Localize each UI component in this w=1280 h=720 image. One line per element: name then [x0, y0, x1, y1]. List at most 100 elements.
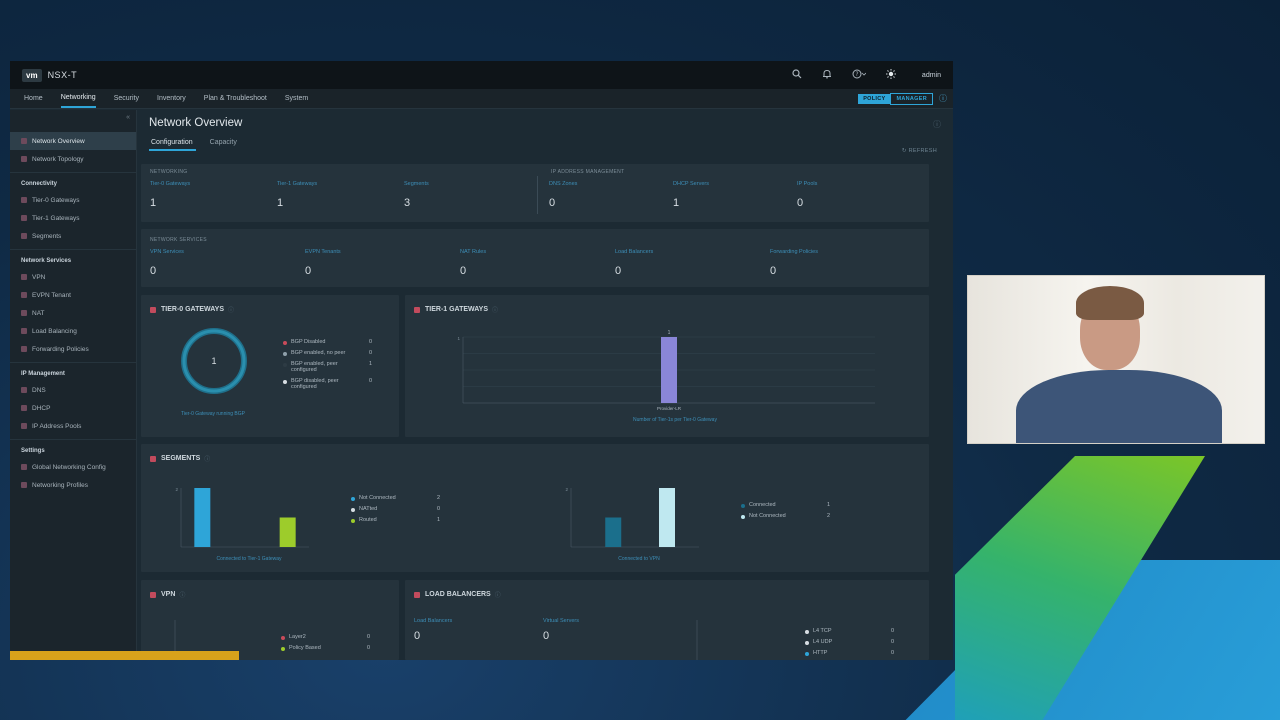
- segments-card: SEGMENTS ⓘ 2 Connected to Tier-1 Gateway …: [141, 444, 929, 572]
- stat-ip-pools[interactable]: IP Pools 0: [797, 181, 817, 209]
- stat-name: Forwarding Policies: [770, 249, 818, 255]
- info-icon[interactable]: ⓘ: [492, 305, 498, 314]
- segments-right-legend: Connected 1 Not Connected 2: [741, 502, 830, 524]
- stat-tier0-gateways[interactable]: Tier-0 Gateways 1: [150, 181, 190, 209]
- stat-forwarding-policies[interactable]: Forwarding Policies 0: [770, 249, 818, 277]
- sidebar-item-tier1-gateways[interactable]: Tier-1 Gateways: [10, 209, 136, 227]
- help-icon[interactable]: ?: [852, 69, 867, 82]
- policy-mode-button[interactable]: POLICY: [858, 93, 891, 104]
- legend-label: NATted: [359, 506, 378, 512]
- stat-name: Load Balancers: [414, 618, 453, 624]
- load-balancers-card: LOAD BALANCERS ⓘ Load Balancers 0 Virtual …: [405, 580, 929, 660]
- sidebar-item-label: Load Balancing: [32, 327, 77, 335]
- lb-legend: L4 TCP 0 L4 UDP 0 HTTP 0: [805, 628, 894, 660]
- nav-plan-troubleshoot[interactable]: Plan & Troubleshoot: [204, 90, 267, 107]
- person-hair: [1076, 286, 1144, 320]
- sidebar-item-networking-profiles[interactable]: Networking Profiles: [10, 476, 136, 494]
- sidebar-item-network-topology[interactable]: Network Topology: [10, 150, 136, 168]
- legend-value: 0: [367, 634, 371, 640]
- sidebar-item-tier0-gateways[interactable]: Tier-0 Gateways: [10, 191, 136, 209]
- bar: [661, 337, 677, 403]
- info-icon[interactable]: ⓘ: [495, 590, 501, 599]
- manager-mode-button[interactable]: MANAGER: [890, 92, 933, 105]
- stat-lb-virtual-servers[interactable]: Virtual Servers 0: [543, 618, 579, 642]
- mode-switch: POLICY MANAGER ⓘ: [858, 92, 947, 105]
- sidebar-item-network-overview[interactable]: Network Overview: [10, 132, 136, 150]
- stat-segments[interactable]: Segments 3: [404, 181, 429, 209]
- theme-sun-icon[interactable]: [885, 68, 896, 82]
- info-icon[interactable]: ⓘ: [179, 590, 185, 599]
- sidebar-item-segments[interactable]: Segments: [10, 227, 136, 245]
- legend-value: 0: [369, 378, 373, 384]
- bell-icon[interactable]: [822, 69, 832, 82]
- info-icon[interactable]: ⓘ: [939, 93, 947, 104]
- panel-title-text: TIER-0 GATEWAYS: [161, 306, 225, 313]
- sidebar-item-forwarding-policies[interactable]: Forwarding Policies: [10, 340, 136, 358]
- stat-name: IP Pools: [797, 181, 818, 187]
- sidebar-item-nat[interactable]: NAT: [10, 304, 136, 322]
- nav-networking[interactable]: Networking: [60, 89, 96, 108]
- legend-label: Connected: [749, 502, 776, 508]
- sidebar-item-global-networking-config[interactable]: Global Networking Config: [10, 458, 136, 476]
- segments-left-legend: Not Connected 2 NATted 0 Routed 1: [351, 495, 440, 528]
- stat-value: 0: [770, 265, 777, 277]
- legend-dot: [283, 341, 287, 345]
- nav-security[interactable]: Security: [114, 90, 139, 107]
- sidebar-item-ip-address-pools[interactable]: IP Address Pools: [10, 417, 136, 435]
- panel-title-text: LOAD BALANCERS: [425, 591, 491, 598]
- vpn-icon: [21, 274, 27, 280]
- collapse-sidebar-icon[interactable]: «: [126, 114, 130, 121]
- search-icon[interactable]: [792, 68, 802, 82]
- user-menu[interactable]: admin: [922, 72, 941, 79]
- segment-icon: [21, 233, 27, 239]
- legend-value: 2: [437, 495, 441, 501]
- nav-home[interactable]: Home: [24, 90, 43, 107]
- legend-value: 0: [891, 650, 895, 656]
- tab-configuration[interactable]: Configuration: [149, 136, 196, 151]
- stat-load-balancers[interactable]: Load Balancers 0: [615, 249, 653, 277]
- legend-item: Not Connected 2: [351, 495, 440, 501]
- legend-label: BGP Disabled: [291, 339, 326, 345]
- legend-value: 2: [827, 513, 831, 519]
- vpn-panel-title: VPN ⓘ: [150, 590, 185, 599]
- panel-title-text: VPN: [161, 591, 176, 598]
- stat-lb-load-balancers[interactable]: Load Balancers 0: [414, 618, 452, 642]
- sidebar-item-load-balancing[interactable]: Load Balancing: [10, 322, 136, 340]
- stat-tier1-gateways[interactable]: Tier-1 Gateways 1: [277, 181, 317, 209]
- nat-icon: [21, 310, 27, 316]
- bar-data-label: 1: [668, 330, 671, 336]
- legend-item: Connected 1: [741, 502, 830, 508]
- stat-name: DNS Zones: [549, 181, 578, 187]
- networking-section-label: NETWORKING: [150, 169, 188, 175]
- tier0-donut-chart: 1: [181, 328, 247, 394]
- stat-dns-zones[interactable]: DNS Zones 0: [549, 181, 577, 209]
- stat-vpn-services[interactable]: VPN Services 0: [150, 249, 184, 277]
- sidebar-item-label: Forwarding Policies: [32, 345, 89, 353]
- tab-capacity[interactable]: Capacity: [208, 136, 240, 151]
- sidebar-item-evpn-tenant[interactable]: EVPN Tenant: [10, 286, 136, 304]
- legend-item: L4 UDP 0: [805, 639, 894, 645]
- sidebar-item-label: Segments: [32, 232, 62, 240]
- nav-inventory[interactable]: Inventory: [157, 90, 186, 107]
- legend-label: BGP enabled, no peer: [291, 350, 346, 356]
- stat-dhcp-servers[interactable]: DHCP Servers 1: [673, 181, 709, 209]
- sidebar-item-dns[interactable]: DNS: [10, 381, 136, 399]
- legend-item: BGP enabled, peer configured 1: [283, 361, 372, 373]
- sidebar-item-dhcp[interactable]: DHCP: [10, 399, 136, 417]
- sidebar-item-vpn[interactable]: VPN: [10, 268, 136, 286]
- info-icon[interactable]: ⓘ: [228, 305, 234, 314]
- bar: [279, 517, 296, 547]
- legend-item: Policy Based 0: [281, 645, 370, 651]
- page-title: Network Overview: [149, 117, 243, 129]
- stat-evpn-tenants[interactable]: EVPN Tenants 0: [305, 249, 341, 277]
- refresh-button[interactable]: ↻ REFRESH: [902, 148, 937, 154]
- stat-name: EVPN Tenants: [305, 249, 341, 255]
- y-tick-label: 2: [565, 487, 568, 492]
- page-help-icon[interactable]: ⓘ: [933, 119, 941, 130]
- tier1-gateways-card: TIER-1 GATEWAYS ⓘ 1 1 Provider-LR Number of…: [405, 295, 929, 437]
- stat-nat-rules[interactable]: NAT Rules 0: [460, 249, 486, 277]
- info-icon[interactable]: ⓘ: [204, 454, 210, 463]
- nav-system[interactable]: System: [285, 90, 308, 107]
- sidebar-item-label: VPN: [32, 273, 46, 281]
- legend-item: BGP enabled, no peer 0: [283, 350, 372, 356]
